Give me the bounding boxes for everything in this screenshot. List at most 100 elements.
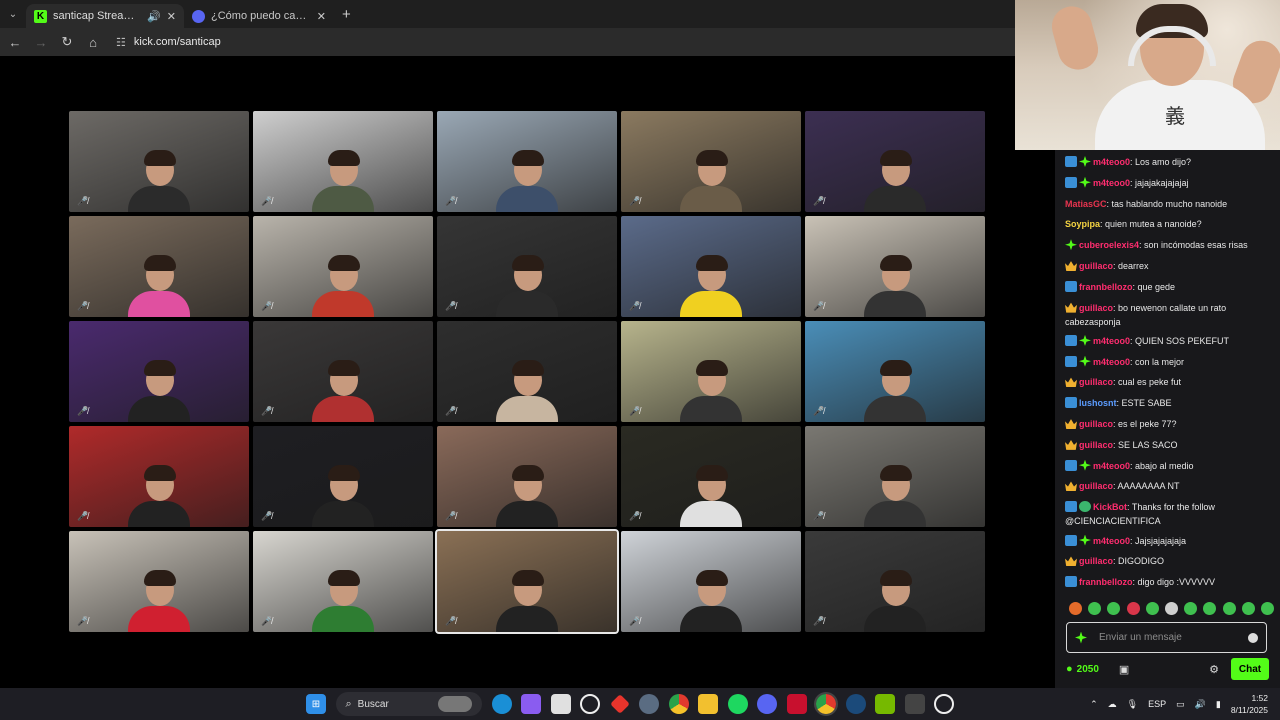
chat-username[interactable]: m4teoo0 <box>1093 461 1130 471</box>
battery-icon[interactable]: ▮ <box>1216 699 1221 710</box>
chat-username[interactable]: MatiasGC <box>1065 199 1107 209</box>
emote-icon[interactable] <box>1088 602 1102 615</box>
crown-badge-icon[interactable] <box>1065 261 1077 271</box>
emote-icon[interactable] <box>1203 602 1217 615</box>
chat-username[interactable]: guillaco <box>1079 419 1113 429</box>
sub-badge-icon[interactable] <box>1079 176 1091 188</box>
emote-icon[interactable] <box>1184 602 1198 615</box>
prime-badge-icon[interactable] <box>1065 280 1077 292</box>
chrome-active-icon[interactable] <box>814 692 838 716</box>
spotify-icon[interactable] <box>727 694 748 714</box>
prime-badge-icon[interactable] <box>1065 576 1077 588</box>
crown-badge-icon[interactable] <box>1065 439 1077 450</box>
epic-games-icon[interactable] <box>904 694 925 714</box>
windows-start-icon[interactable]: ⊞ <box>306 694 326 714</box>
sub-badge-icon[interactable] <box>1079 156 1091 167</box>
verify-badge-icon[interactable] <box>1079 501 1091 513</box>
chat-username[interactable]: cuberoelexis4 <box>1079 240 1139 250</box>
nvidia-icon[interactable] <box>875 694 895 714</box>
settings-icon[interactable] <box>639 694 659 714</box>
chat-username[interactable]: guillaco <box>1079 377 1113 387</box>
sub-badge-icon[interactable] <box>1079 534 1091 546</box>
chatgpt-icon[interactable] <box>580 694 600 714</box>
chevron-up-icon[interactable]: ⌃ <box>1090 699 1098 710</box>
chat-username[interactable]: m4teoo0 <box>1093 178 1130 188</box>
crown-badge-icon[interactable] <box>1065 481 1077 492</box>
send-chat-button[interactable]: Chat <box>1231 658 1269 680</box>
prime-badge-icon[interactable] <box>1065 355 1077 367</box>
chat-username[interactable]: m4teoo0 <box>1093 157 1130 167</box>
volume-icon[interactable]: 🔊 <box>1195 699 1206 710</box>
chat-username[interactable]: m4teoo0 <box>1093 536 1130 546</box>
forward-icon[interactable]: → <box>34 35 48 50</box>
prime-badge-icon[interactable] <box>1065 397 1077 409</box>
edge-icon[interactable] <box>491 694 512 714</box>
emote-icon[interactable] <box>1107 602 1121 615</box>
clock[interactable]: 1:52 8/11/2025 <box>1231 692 1268 716</box>
prime-badge-icon[interactable] <box>1065 156 1077 167</box>
chat-username[interactable]: guillaco <box>1079 556 1113 566</box>
back-icon[interactable]: ← <box>8 35 22 50</box>
red-app-icon[interactable] <box>609 694 630 714</box>
emote-icon[interactable] <box>1145 602 1159 615</box>
store-icon[interactable] <box>550 694 571 714</box>
emote-icon[interactable] <box>1126 602 1140 615</box>
mcafee-icon[interactable] <box>786 694 807 714</box>
chat-username[interactable]: frannbellozo <box>1079 282 1133 292</box>
copilot-icon[interactable] <box>521 694 541 714</box>
url-field[interactable]: ☷ kick.com/santicap <box>116 36 221 49</box>
chat-username[interactable]: guillaco <box>1079 261 1113 271</box>
emote-icon[interactable] <box>1069 602 1082 615</box>
crown-badge-icon[interactable] <box>1065 377 1077 388</box>
sub-badge-icon[interactable] <box>1079 355 1091 367</box>
chat-username[interactable]: m4teoo0 <box>1093 336 1130 346</box>
chat-username[interactable]: KickBot <box>1093 502 1127 512</box>
crown-badge-icon[interactable] <box>1065 556 1077 567</box>
cloud-icon[interactable]: ☁ <box>1108 699 1117 710</box>
prime-badge-icon[interactable] <box>1065 534 1077 546</box>
language-indicator[interactable]: ESP <box>1148 699 1166 709</box>
gift-icon[interactable]: ▣ <box>1119 663 1129 676</box>
prime-badge-icon[interactable] <box>1065 501 1077 513</box>
crown-badge-icon[interactable] <box>1065 419 1077 430</box>
chat-username[interactable]: guillaco <box>1079 481 1113 491</box>
crown-badge-icon[interactable] <box>1065 302 1077 313</box>
emote-icon[interactable] <box>1260 602 1274 615</box>
tab-close-icon[interactable]: ✕ <box>317 10 326 23</box>
prime-badge-icon[interactable] <box>1065 176 1077 188</box>
reload-icon[interactable]: ↻ <box>60 34 74 50</box>
sub-badge-icon[interactable] <box>1079 459 1091 471</box>
chat-username[interactable]: guillaco <box>1079 440 1113 450</box>
sub-badge-icon[interactable] <box>1079 334 1091 346</box>
tab-santicap[interactable]: K santicap Stream - Watch Li 🔊 ✕ <box>26 4 184 28</box>
emote-icon[interactable] <box>1222 602 1236 615</box>
speaker-icon[interactable]: 🔊 <box>147 10 161 23</box>
kick-spark-icon[interactable] <box>1075 631 1087 644</box>
tab-discord[interactable]: ¿Cómo puedo cambiar mi nom ✕ <box>184 4 334 28</box>
channel-points[interactable]: ● 2050 <box>1066 663 1099 675</box>
taskbar-search[interactable]: ⌕ Buscar <box>335 692 482 716</box>
tab-search-icon[interactable]: ⌄ <box>0 0 26 28</box>
prime-badge-icon[interactable] <box>1065 459 1077 471</box>
chat-username[interactable]: guillaco <box>1079 303 1113 313</box>
home-icon[interactable]: ⌂ <box>86 35 100 50</box>
obs-icon[interactable] <box>934 694 954 714</box>
prime-badge-icon[interactable] <box>1065 334 1077 346</box>
folder-icon[interactable] <box>698 694 718 714</box>
microphone-icon[interactable]: 🎙 <box>1127 699 1138 710</box>
new-tab-icon[interactable]: + <box>342 6 351 23</box>
network-icon[interactable]: ▭ <box>1176 699 1185 710</box>
gear-icon[interactable]: ⚙ <box>1209 663 1219 676</box>
chat-input[interactable]: Enviar un mensaje <box>1066 622 1267 653</box>
chat-username[interactable]: frannbellozo <box>1079 577 1133 587</box>
chat-username[interactable]: lushosnt <box>1079 398 1117 408</box>
chat-username[interactable]: Soypipa <box>1065 219 1100 229</box>
tab-close-icon[interactable]: ✕ <box>167 10 176 23</box>
chat-username[interactable]: m4teoo0 <box>1093 357 1130 367</box>
emote-icon[interactable] <box>1241 602 1255 615</box>
steam-icon[interactable] <box>845 694 866 714</box>
emote-icon[interactable] <box>1164 602 1178 615</box>
emoji-icon[interactable] <box>1248 632 1258 643</box>
discord-icon[interactable] <box>757 694 777 714</box>
sub-badge-icon[interactable] <box>1065 239 1077 251</box>
